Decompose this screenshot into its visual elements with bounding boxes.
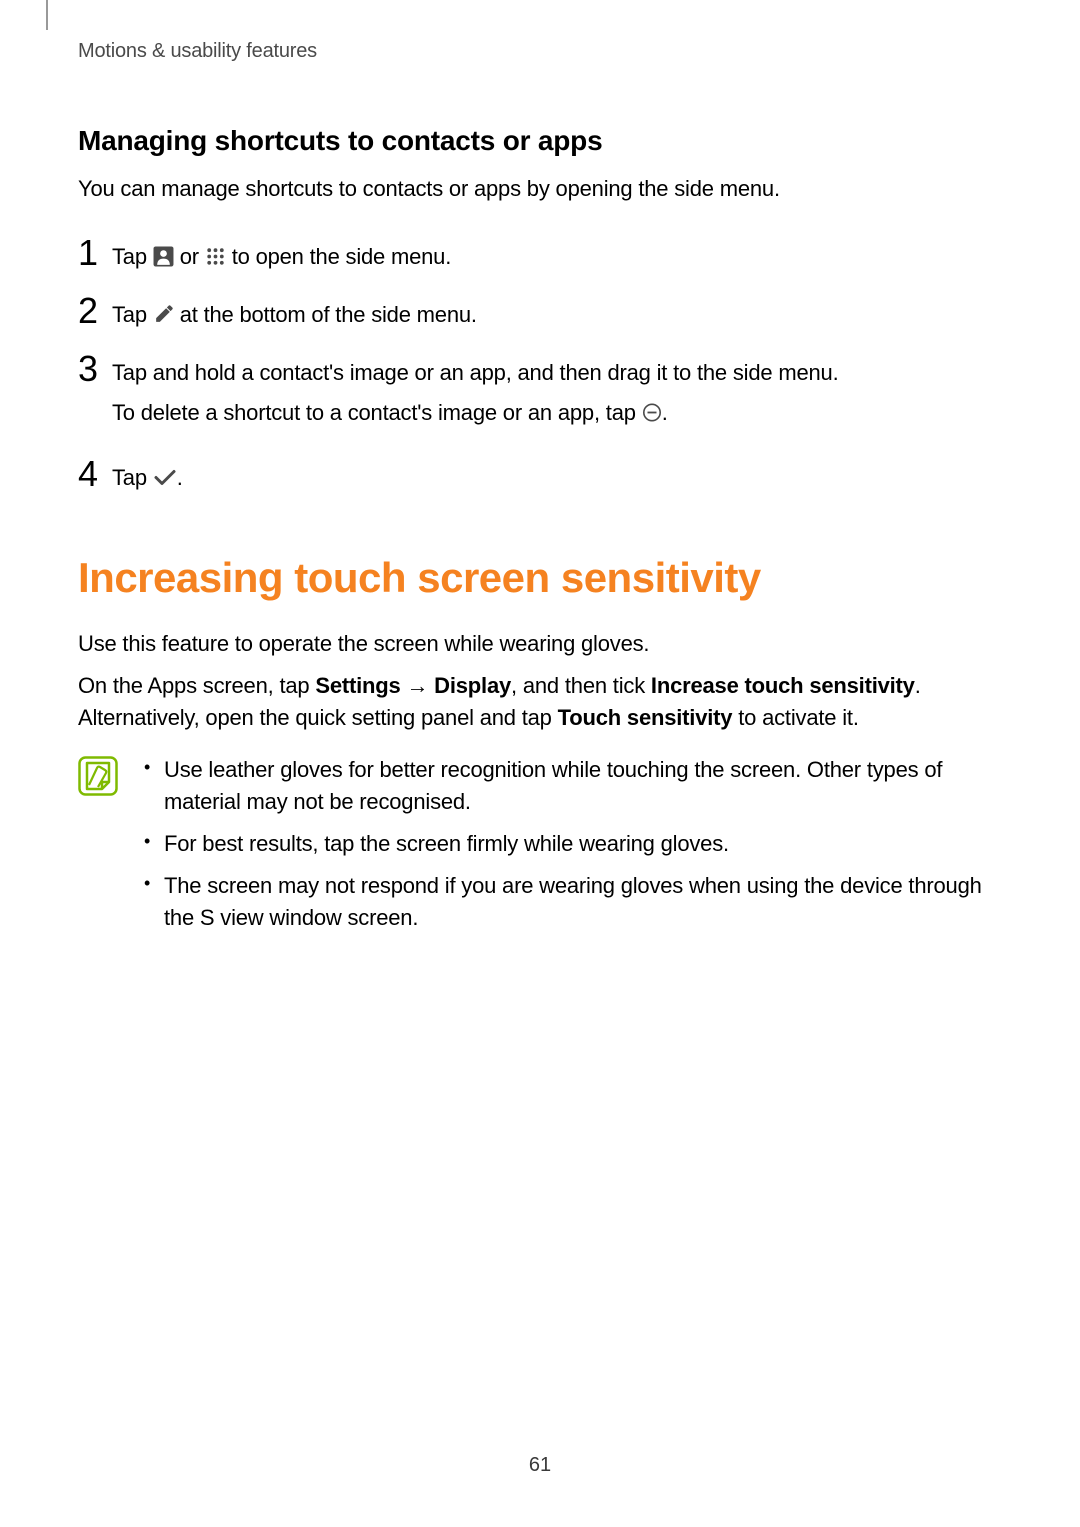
apps-grid-icon bbox=[205, 246, 226, 267]
checkmark-icon bbox=[153, 467, 177, 488]
minus-circle-icon bbox=[642, 402, 662, 423]
step-number: 3 bbox=[78, 351, 112, 387]
step-text: . bbox=[177, 465, 183, 490]
pencil-edit-icon bbox=[153, 304, 174, 325]
bold-text: Display bbox=[434, 673, 511, 698]
contact-silhouette-icon bbox=[153, 246, 174, 267]
step-3: 3 Tap and hold a contact's image or an a… bbox=[78, 351, 985, 437]
t: to activate it. bbox=[732, 705, 858, 730]
step-4: 4 Tap . bbox=[78, 456, 985, 494]
bold-text: Touch sensitivity bbox=[558, 705, 733, 730]
note-icon bbox=[78, 756, 118, 796]
section-heading-sensitivity: Increasing touch screen sensitivity bbox=[78, 554, 985, 602]
section2-instructions: On the Apps screen, tap Settings → Displ… bbox=[78, 670, 985, 734]
step-text: Tap bbox=[112, 465, 153, 490]
note-bullet-list: Use leather gloves for better recognitio… bbox=[142, 754, 985, 943]
step-text: To delete a shortcut to a contact's imag… bbox=[112, 400, 642, 425]
step-number: 2 bbox=[78, 293, 112, 329]
t: → bbox=[401, 673, 435, 698]
step-text: at the bottom of the side menu. bbox=[174, 302, 477, 327]
step-text-line1: Tap and hold a contact's image or an app… bbox=[112, 357, 839, 389]
section1-intro: You can manage shortcuts to contacts or … bbox=[78, 173, 985, 205]
section2-intro: Use this feature to operate the screen w… bbox=[78, 628, 985, 660]
note-item: For best results, tap the screen firmly … bbox=[142, 828, 985, 860]
step-number: 4 bbox=[78, 456, 112, 492]
step-text: to open the side menu. bbox=[226, 244, 451, 269]
document-page: Motions & usability features Managing sh… bbox=[0, 0, 1080, 1527]
bold-text: Settings bbox=[315, 673, 400, 698]
note-block: Use leather gloves for better recognitio… bbox=[78, 754, 985, 943]
step-number: 1 bbox=[78, 235, 112, 271]
page-number: 61 bbox=[0, 1454, 1080, 1477]
bold-text: Increase touch sensitivity bbox=[651, 673, 915, 698]
t: On the Apps screen, tap bbox=[78, 673, 315, 698]
running-header: Motions & usability features bbox=[78, 40, 985, 63]
step-1: 1 Tap or to open the side menu. bbox=[78, 235, 985, 273]
step-2: 2 Tap at the bottom of the side menu. bbox=[78, 293, 985, 331]
note-item: The screen may not respond if you are we… bbox=[142, 870, 985, 934]
step-list: 1 Tap or to open the side menu. 2 Tap at… bbox=[78, 235, 985, 494]
step-text: or bbox=[174, 244, 205, 269]
step-text: Tap bbox=[112, 302, 153, 327]
section-heading-shortcuts: Managing shortcuts to contacts or apps bbox=[78, 125, 985, 157]
step-text: Tap bbox=[112, 244, 153, 269]
step-text: . bbox=[662, 400, 668, 425]
note-item: Use leather gloves for better recognitio… bbox=[142, 754, 985, 818]
t: , and then tick bbox=[511, 673, 651, 698]
